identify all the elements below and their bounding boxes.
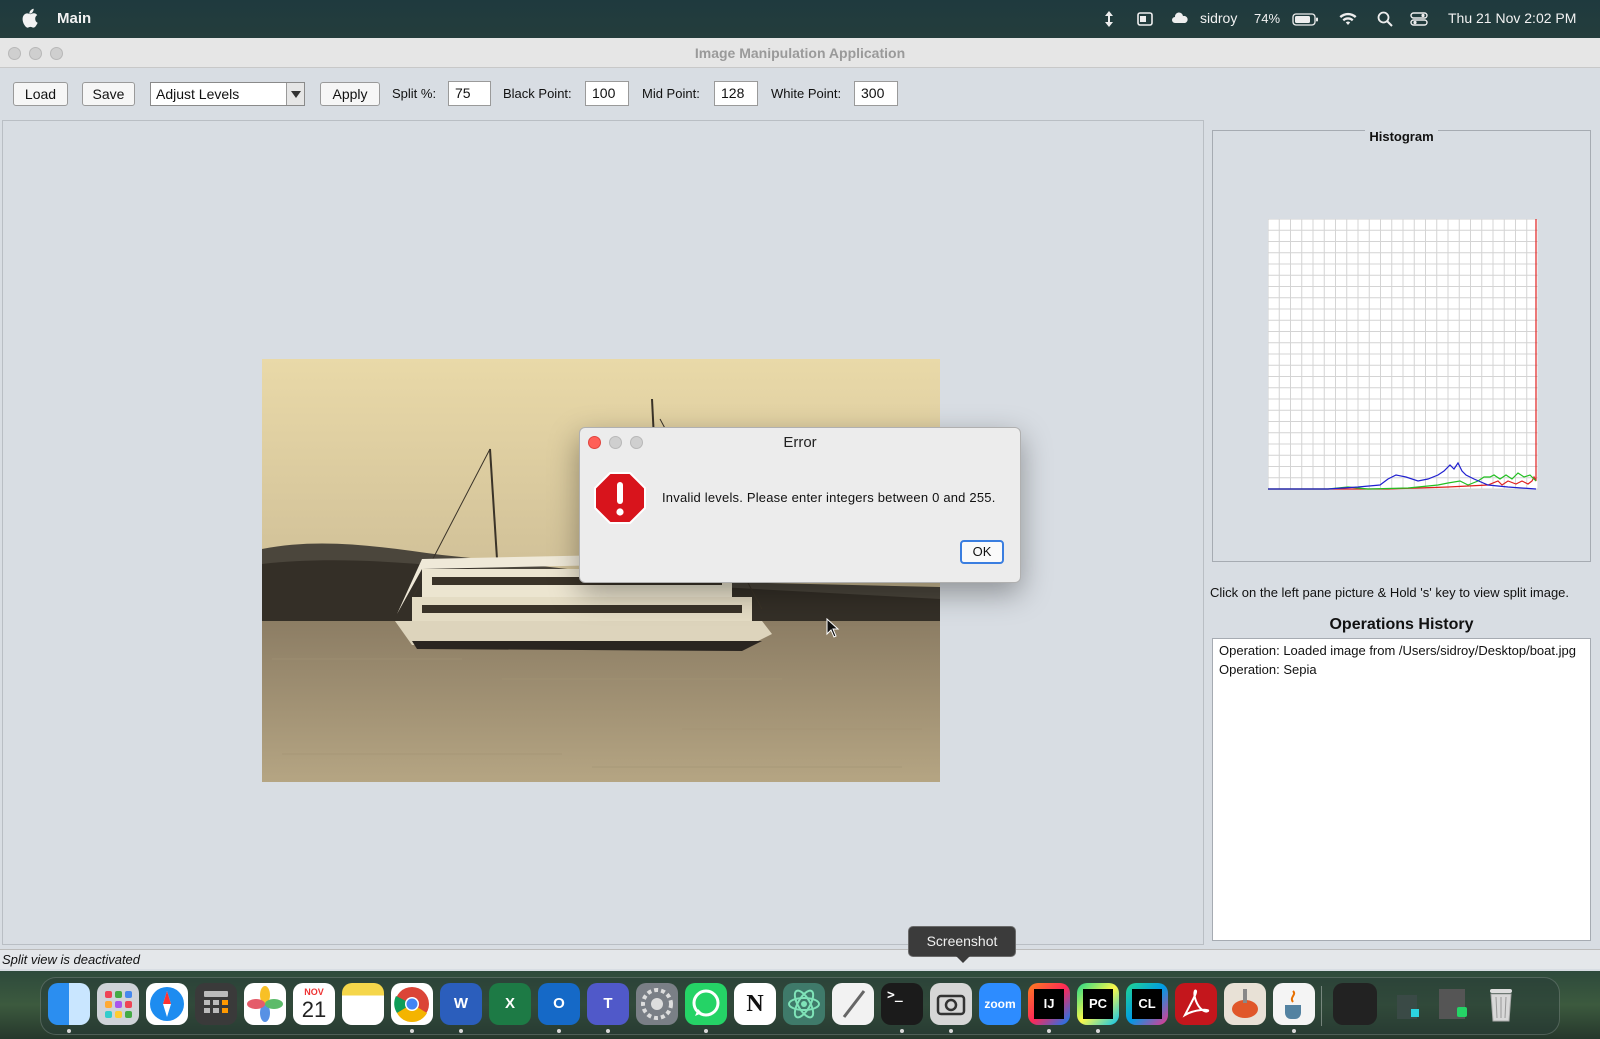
- documents-stack-icon[interactable]: [1435, 983, 1475, 1025]
- running-indicator: [949, 1029, 953, 1033]
- error-dialog: Error Invalid levels. Please enter integ…: [579, 427, 1021, 583]
- dock-divider: [1321, 986, 1322, 1026]
- pycharm-icon[interactable]: PC: [1077, 983, 1119, 1025]
- load-button[interactable]: Load: [13, 82, 68, 106]
- running-indicator: [1096, 1029, 1100, 1033]
- window-titlebar[interactable]: Image Manipulation Application: [0, 38, 1600, 68]
- textedit-icon[interactable]: [832, 983, 874, 1025]
- finder-icon[interactable]: [48, 983, 90, 1025]
- terminal-icon[interactable]: >_: [881, 983, 923, 1025]
- clion-icon[interactable]: CL: [1126, 983, 1168, 1025]
- apply-button[interactable]: Apply: [320, 82, 380, 106]
- history-item[interactable]: Operation: Loaded image from /Users/sidr…: [1219, 641, 1584, 660]
- system-settings-icon[interactable]: [636, 983, 678, 1025]
- split-percent-input[interactable]: 75: [448, 81, 491, 106]
- menu-bar: Main sidroy 74% Thu 21 Nov 2:02 PM: [0, 0, 1600, 38]
- dialog-title: Error: [783, 434, 817, 451]
- spotlight-search-icon[interactable]: [1376, 10, 1394, 28]
- black-point-input[interactable]: 100: [585, 81, 629, 106]
- white-point-label: White Point:: [771, 86, 842, 101]
- notes-icon[interactable]: [342, 983, 384, 1025]
- mid-point-label: Mid Point:: [642, 86, 700, 101]
- histogram-title: Histogram: [1365, 129, 1438, 144]
- screenshot-icon[interactable]: [930, 983, 972, 1025]
- wifi-icon[interactable]: [1338, 10, 1358, 28]
- mid-point-input[interactable]: 128: [714, 81, 758, 106]
- dropdown-arrow-icon[interactable]: [286, 83, 304, 105]
- battery-icon[interactable]: [1292, 10, 1320, 28]
- ok-button[interactable]: OK: [960, 540, 1004, 564]
- running-indicator: [704, 1029, 708, 1033]
- safari-icon[interactable]: [146, 983, 188, 1025]
- operations-history-title: Operations History: [1329, 616, 1474, 633]
- history-item[interactable]: Operation: Sepia: [1219, 660, 1584, 679]
- histogram-panel: Histogram: [1212, 129, 1591, 562]
- running-indicator: [410, 1029, 414, 1033]
- operations-history-list[interactable]: Operation: Loaded image from /Users/sidr…: [1212, 638, 1591, 941]
- split-percent-label: Split %:: [392, 86, 437, 101]
- notion-icon[interactable]: N: [734, 983, 776, 1025]
- outlook-icon[interactable]: O: [538, 983, 580, 1025]
- cloud-menu-icon[interactable]: [1171, 10, 1189, 28]
- running-indicator: [67, 1029, 71, 1033]
- excel-icon[interactable]: X: [489, 983, 531, 1025]
- atom-icon[interactable]: [783, 983, 825, 1025]
- intellij-idea-icon[interactable]: IJ: [1028, 983, 1070, 1025]
- calendar-icon[interactable]: NOV 21: [293, 983, 335, 1025]
- dock-tooltip: Screenshot: [908, 926, 1016, 963]
- operation-selected-value: Adjust Levels: [156, 86, 240, 102]
- running-indicator: [459, 1029, 463, 1033]
- running-indicator: [557, 1029, 561, 1033]
- user-name[interactable]: sidroy: [1200, 10, 1237, 26]
- outlook-menu-icon[interactable]: [1136, 10, 1154, 28]
- whatsapp-icon[interactable]: [685, 983, 727, 1025]
- acrobat-icon[interactable]: [1175, 983, 1217, 1025]
- window-title: Image Manipulation Application: [694, 45, 906, 61]
- operation-dropdown[interactable]: Adjust Levels: [150, 82, 305, 106]
- java-app-icon[interactable]: [1224, 983, 1266, 1025]
- black-point-label: Black Point:: [503, 86, 572, 101]
- running-indicator: [1292, 1029, 1296, 1033]
- split-view-hint: Click on the left pane picture & Hold 's…: [1210, 585, 1570, 600]
- error-message: Invalid levels. Please enter integers be…: [662, 490, 996, 505]
- running-indicator: [1047, 1029, 1051, 1033]
- running-indicator: [606, 1029, 610, 1033]
- histogram-chart: [1268, 219, 1538, 490]
- word-icon[interactable]: W: [440, 983, 482, 1025]
- transfer-icon[interactable]: [1100, 10, 1118, 28]
- launchpad-icon[interactable]: [97, 983, 139, 1025]
- save-button[interactable]: Save: [82, 82, 135, 106]
- clock[interactable]: Thu 21 Nov 2:02 PM: [1448, 10, 1576, 26]
- chrome-icon[interactable]: [391, 983, 433, 1025]
- trash-icon[interactable]: [1481, 983, 1521, 1025]
- white-point-input[interactable]: 300: [854, 81, 898, 106]
- teams-icon[interactable]: T: [587, 983, 629, 1025]
- dock: NOV 21 W X O T N >_ zoom IJ PC CL: [40, 977, 1560, 1035]
- error-stop-icon: [594, 472, 646, 524]
- photos-icon[interactable]: [244, 983, 286, 1025]
- mouse-cursor-icon: [826, 618, 840, 638]
- calendar-day: 21: [301, 997, 327, 1022]
- status-bar: Split view is deactivated: [0, 949, 1600, 969]
- downloads-stack-icon[interactable]: [1391, 983, 1431, 1025]
- calculator-icon[interactable]: [195, 983, 237, 1025]
- app-menu-name[interactable]: Main: [57, 10, 91, 27]
- java-coffee-icon[interactable]: [1273, 983, 1315, 1025]
- control-center-icon[interactable]: [1410, 10, 1428, 28]
- battery-percent: 74%: [1254, 11, 1281, 26]
- apple-menu-icon[interactable]: [20, 8, 38, 28]
- running-indicator: [900, 1029, 904, 1033]
- zoom-icon[interactable]: zoom: [979, 983, 1021, 1025]
- recent-window-thumbnail[interactable]: [1333, 983, 1377, 1025]
